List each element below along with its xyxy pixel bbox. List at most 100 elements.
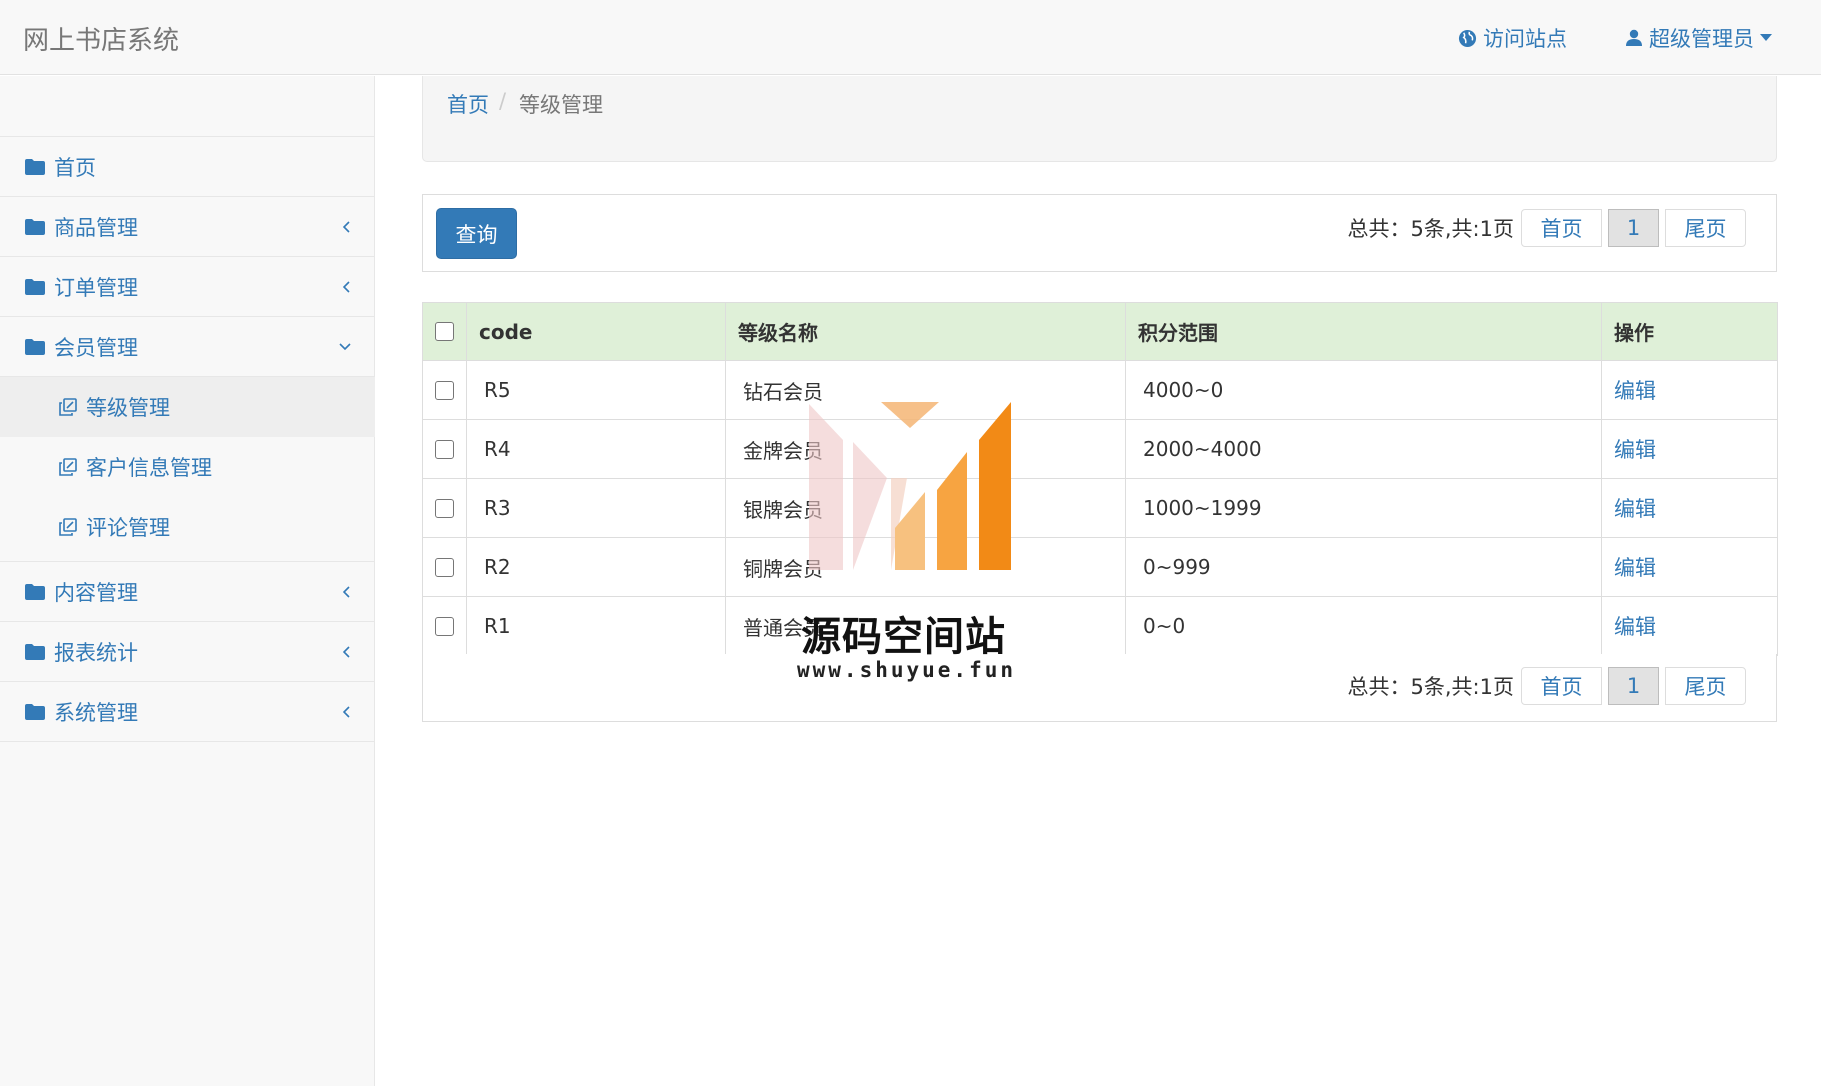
cell-code: R2	[466, 537, 726, 597]
cell-code: R3	[466, 478, 726, 538]
table-header-row: code 等级名称 积分范围 操作	[422, 302, 1778, 361]
watermark-url: www.shuyue.fun	[797, 658, 1017, 682]
folder-icon	[25, 703, 45, 720]
breadcrumb: 首页 / 等级管理	[422, 76, 1777, 162]
cell-actions: 编辑	[1601, 537, 1778, 597]
column-header-name: 等级名称	[725, 302, 1126, 361]
row-select-cell	[422, 478, 467, 538]
user-icon	[1626, 29, 1642, 46]
level-table: code 等级名称 积分范围 操作 R5 钻石会员 4000~0 编辑 R4 金…	[422, 302, 1778, 656]
query-button[interactable]: 查询	[436, 208, 517, 259]
edit-link[interactable]: 编辑	[1614, 556, 1656, 580]
cell-range: 1000~1999	[1125, 478, 1602, 538]
sidebar-item-label: 商品管理	[54, 215, 138, 240]
page-number-button[interactable]: 1	[1608, 209, 1659, 247]
folder-icon	[25, 338, 45, 355]
sidebar-subitem-customer-info[interactable]: 客户信息管理	[0, 437, 375, 497]
page-number-button[interactable]: 1	[1608, 667, 1659, 705]
folder-icon	[25, 278, 45, 295]
cell-range: 4000~0	[1125, 360, 1602, 420]
cell-actions: 编辑	[1601, 596, 1778, 656]
row-checkbox[interactable]	[435, 439, 454, 459]
cell-actions: 编辑	[1601, 360, 1778, 420]
breadcrumb-current: 等级管理	[519, 93, 603, 117]
sidebar-item-products[interactable]: 商品管理	[0, 197, 375, 257]
sidebar-item-reports[interactable]: 报表统计	[0, 622, 375, 682]
sidebar: 首页 商品管理 订单管理 会员管理 等级管理 客户信息管理 评论管理 内容管理 …	[0, 76, 375, 1086]
copy-icon	[59, 518, 77, 536]
sidebar-item-home[interactable]: 首页	[0, 137, 375, 197]
row-select-cell	[422, 360, 467, 420]
sidebar-subitem-comments[interactable]: 评论管理	[0, 497, 375, 557]
pagination-top: 总共：5条,共:1页 首页 1 尾页	[1348, 209, 1746, 247]
sidebar-item-label: 报表统计	[54, 640, 138, 665]
row-select-cell	[422, 537, 467, 597]
first-page-button[interactable]: 首页	[1521, 209, 1602, 247]
visit-site-label: 访问站点	[1483, 27, 1567, 51]
chevron-down-icon	[339, 342, 351, 350]
row-select-cell	[422, 596, 467, 656]
pagination-bottom: 总共：5条,共:1页 首页 1 尾页	[1348, 667, 1746, 705]
sidebar-item-members[interactable]: 会员管理	[0, 317, 375, 377]
select-all-checkbox[interactable]	[435, 322, 454, 341]
column-header-range: 积分范围	[1125, 302, 1602, 361]
last-page-button[interactable]: 尾页	[1665, 209, 1746, 247]
folder-icon	[25, 583, 45, 600]
globe-icon	[1458, 29, 1477, 47]
sidebar-subitem-label: 评论管理	[86, 516, 170, 540]
sidebar-item-orders[interactable]: 订单管理	[0, 257, 375, 317]
cell-actions: 编辑	[1601, 419, 1778, 479]
last-page-button[interactable]: 尾页	[1665, 667, 1746, 705]
visit-site-link[interactable]: 访问站点	[1458, 23, 1567, 53]
cell-actions: 编辑	[1601, 478, 1778, 538]
first-page-button[interactable]: 首页	[1521, 667, 1602, 705]
row-checkbox[interactable]	[435, 380, 454, 400]
cell-range: 0~999	[1125, 537, 1602, 597]
cell-code: R1	[466, 596, 726, 656]
folder-icon	[25, 158, 45, 175]
user-menu-label: 超级管理员	[1649, 27, 1754, 51]
bottom-pagination-panel: 总共：5条,共:1页 首页 1 尾页	[422, 654, 1777, 722]
sidebar-subitem-level-management[interactable]: 等级管理	[0, 377, 375, 437]
edit-link[interactable]: 编辑	[1614, 497, 1656, 521]
sidebar-menu: 首页 商品管理 订单管理 会员管理 等级管理 客户信息管理 评论管理 内容管理 …	[0, 136, 375, 742]
chevron-left-icon	[343, 585, 350, 598]
sidebar-item-label: 系统管理	[54, 700, 138, 725]
app-title[interactable]: 网上书店系统	[23, 20, 179, 57]
row-checkbox[interactable]	[435, 616, 454, 636]
sidebar-item-content[interactable]: 内容管理	[0, 562, 375, 622]
sidebar-item-label: 订单管理	[54, 275, 138, 300]
sidebar-item-label: 会员管理	[54, 335, 138, 360]
user-menu-dropdown[interactable]: 超级管理员	[1625, 23, 1772, 53]
chevron-left-icon	[343, 705, 350, 718]
edit-link[interactable]: 编辑	[1614, 615, 1656, 639]
row-checkbox[interactable]	[435, 557, 454, 577]
folder-icon	[25, 643, 45, 660]
breadcrumb-home-link[interactable]: 首页	[447, 89, 489, 119]
edit-link[interactable]: 编辑	[1614, 438, 1656, 462]
top-navbar: 网上书店系统 访问站点 超级管理员	[0, 0, 1821, 75]
table-row: R5 钻石会员 4000~0 编辑	[422, 360, 1778, 420]
member-submenu: 等级管理 客户信息管理 评论管理	[0, 377, 375, 562]
toolbar-panel: 查询 总共：5条,共:1页 首页 1 尾页	[422, 194, 1777, 272]
table-row: R4 金牌会员 2000~4000 编辑	[422, 419, 1778, 479]
caret-down-icon	[1760, 34, 1772, 41]
sidebar-subitem-label: 客户信息管理	[86, 456, 212, 480]
row-select-cell	[422, 419, 467, 479]
folder-icon	[25, 218, 45, 235]
copy-icon	[59, 398, 77, 416]
pagination-summary: 总共：5条,共:1页	[1347, 675, 1514, 699]
watermark-title: 源码空间站	[801, 614, 1006, 660]
table-row: R1 普通会员 0~0 编辑	[422, 596, 1778, 656]
cell-range: 2000~4000	[1125, 419, 1602, 479]
table-row: R3 银牌会员 1000~1999 编辑	[422, 478, 1778, 538]
column-header-actions: 操作	[1601, 302, 1778, 361]
row-checkbox[interactable]	[435, 498, 454, 518]
edit-link[interactable]: 编辑	[1614, 379, 1656, 403]
cell-code: R5	[466, 360, 726, 420]
sidebar-item-system[interactable]: 系统管理	[0, 682, 375, 742]
chevron-left-icon	[343, 280, 350, 293]
chevron-left-icon	[343, 220, 350, 233]
sidebar-subitem-label: 等级管理	[86, 396, 170, 420]
table-row: R2 铜牌会员 0~999 编辑	[422, 537, 1778, 597]
